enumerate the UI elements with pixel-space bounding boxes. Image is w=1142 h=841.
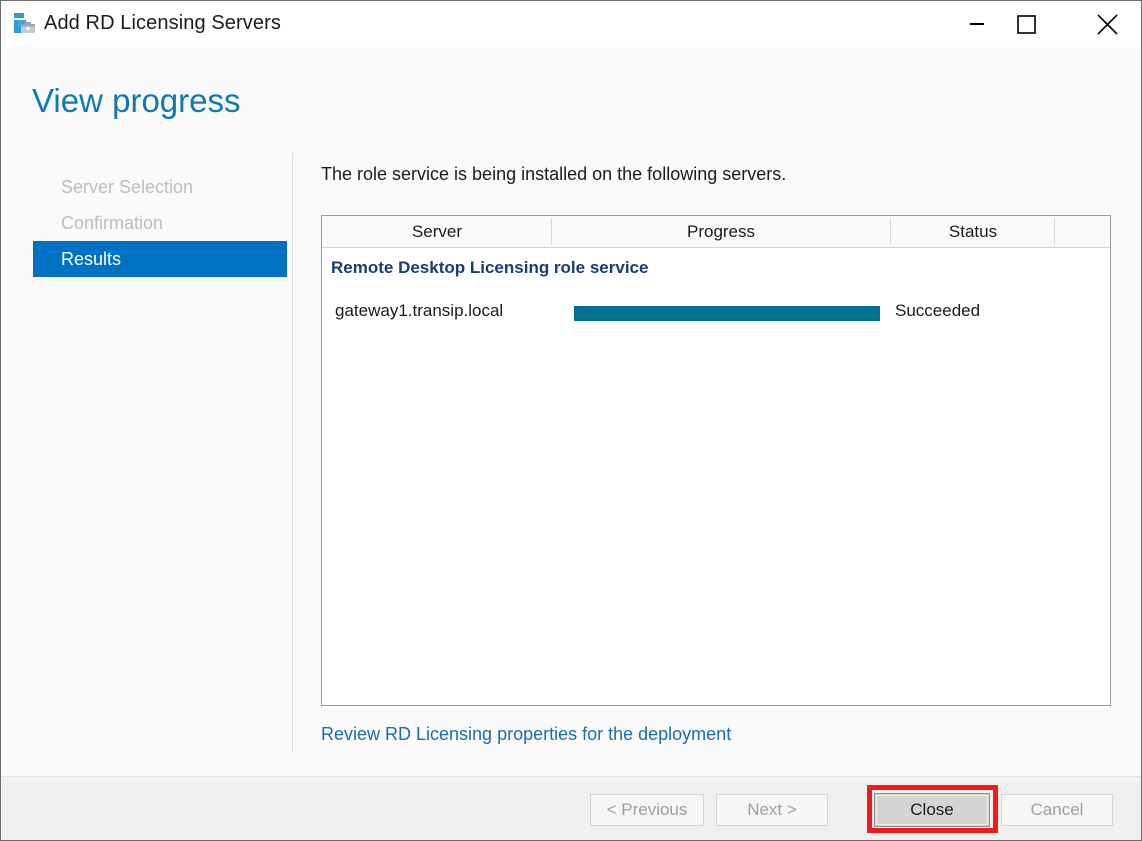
dialog-footer: < Previous Next > Close Cancel xyxy=(1,776,1141,840)
servers-table: Server Progress Status Remote Desktop Li… xyxy=(321,215,1111,706)
wizard-nav: Server Selection Confirmation Results xyxy=(1,169,292,277)
table-group-header: Remote Desktop Licensing role service xyxy=(331,258,649,277)
column-header-status[interactable]: Status xyxy=(891,216,1055,247)
close-button[interactable]: Close xyxy=(874,793,990,827)
review-properties-link[interactable]: Review RD Licensing properties for the d… xyxy=(321,724,731,745)
status-badge: Succeeded xyxy=(895,301,981,320)
window-title: Add RD Licensing Servers xyxy=(44,12,281,34)
progress-bar-fill xyxy=(574,306,880,321)
rd-licensing-servers-icon xyxy=(12,11,38,37)
previous-button[interactable]: < Previous xyxy=(590,794,704,826)
close-icon[interactable] xyxy=(1073,1,1141,46)
title-bar: Add RD Licensing Servers xyxy=(1,1,1141,47)
sidebar-item-confirmation[interactable]: Confirmation xyxy=(1,205,292,241)
minimize-icon[interactable] xyxy=(953,1,1000,46)
column-separator[interactable] xyxy=(1054,218,1055,245)
sidebar-item-label: Confirmation xyxy=(61,213,164,233)
next-button[interactable]: Next > xyxy=(716,794,828,826)
sidebar-item-results[interactable]: Results xyxy=(33,241,287,277)
server-name: gateway1.transip.local xyxy=(335,301,504,320)
nav-divider xyxy=(292,153,293,753)
column-header-server[interactable]: Server xyxy=(323,216,551,247)
page-title: View progress xyxy=(32,82,241,119)
instruction-text: The role service is being installed on t… xyxy=(321,164,787,184)
cancel-button[interactable]: Cancel xyxy=(1001,794,1113,826)
column-header-progress[interactable]: Progress xyxy=(552,216,890,247)
sidebar-item-label: Server Selection xyxy=(61,177,194,197)
table-row[interactable]: gateway1.transip.local Succeeded xyxy=(322,298,1110,328)
maximize-icon[interactable] xyxy=(1001,1,1048,46)
sidebar-item-server-selection[interactable]: Server Selection xyxy=(1,169,292,205)
column-header-extra[interactable] xyxy=(1056,216,1110,247)
progress-bar xyxy=(574,306,880,321)
add-rd-licensing-servers-dialog: Add RD Licensing Servers View progress S… xyxy=(0,0,1142,841)
sidebar-item-label: Results xyxy=(61,249,122,269)
close-button-label: Close xyxy=(910,800,954,819)
table-header-row: Server Progress Status xyxy=(322,216,1110,248)
